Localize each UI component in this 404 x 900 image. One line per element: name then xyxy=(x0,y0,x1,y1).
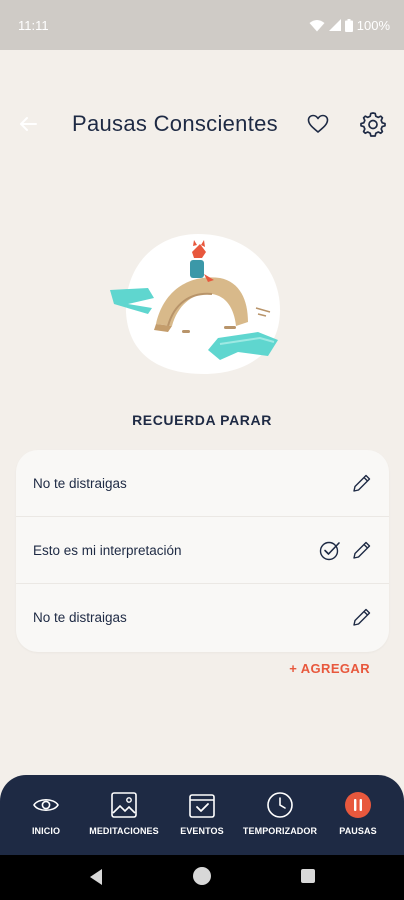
status-icons: 100% xyxy=(309,18,390,33)
calendar-check-icon xyxy=(189,794,215,818)
battery-level: 100% xyxy=(356,17,390,33)
pencil-icon[interactable] xyxy=(351,472,373,494)
list-item[interactable]: Esto es mi interpretación xyxy=(16,517,389,584)
wifi-icon xyxy=(309,19,325,31)
nav-label: EVENTOS xyxy=(180,826,224,836)
reminder-text: Esto es mi interpretación xyxy=(33,543,182,558)
system-recents-button[interactable] xyxy=(301,869,315,883)
system-home-button[interactable] xyxy=(193,867,211,885)
app-header: Pausas Conscientes xyxy=(0,100,404,148)
reminder-text: No te distraigas xyxy=(33,610,127,625)
reminder-text: No te distraigas xyxy=(33,476,127,491)
nav-item-meditaciones[interactable]: MEDITACIONES xyxy=(84,791,164,836)
page-title: Pausas Conscientes xyxy=(72,111,278,136)
system-nav-bar xyxy=(0,855,404,900)
clock-icon xyxy=(267,792,293,818)
fox-bridge-illustration xyxy=(110,234,280,374)
list-item[interactable]: No te distraigas xyxy=(16,584,389,651)
status-bar: 11:11 100% xyxy=(0,0,404,50)
section-title: RECUERDA PARAR xyxy=(132,412,272,428)
eye-icon xyxy=(33,798,59,812)
list-item[interactable]: No te distraigas xyxy=(16,450,389,517)
nav-item-eventos[interactable]: EVENTOS xyxy=(162,791,242,836)
nav-item-pausas[interactable]: PAUSAS xyxy=(318,791,398,836)
status-time: 11:11 xyxy=(18,17,49,33)
gear-icon[interactable] xyxy=(360,111,386,137)
nav-label: INICIO xyxy=(31,826,61,836)
back-arrow-icon[interactable] xyxy=(16,112,40,136)
reminders-list: No te distraigas Esto es mi interpretaci… xyxy=(16,450,389,652)
nav-item-inicio[interactable]: INICIO xyxy=(6,791,86,836)
system-back-icon[interactable] xyxy=(88,868,104,886)
heart-icon[interactable] xyxy=(306,112,330,136)
check-circle-icon[interactable] xyxy=(319,539,341,561)
nav-item-temporizador[interactable]: TEMPORIZADOR xyxy=(240,791,320,836)
nav-label: TEMPORIZADOR xyxy=(242,826,318,836)
pencil-icon[interactable] xyxy=(351,606,373,628)
pause-icon xyxy=(345,792,371,818)
pencil-icon[interactable] xyxy=(351,539,373,561)
nav-label: MEDITACIONES xyxy=(89,826,159,836)
bottom-nav: INICIO MEDITACIONES EVENTOS TEMPORIZADOR… xyxy=(0,775,404,855)
battery-icon xyxy=(344,18,353,32)
add-reminder-button[interactable]: + AGREGAR xyxy=(289,661,370,676)
signal-icon xyxy=(328,19,341,31)
image-icon xyxy=(111,792,137,818)
nav-label: PAUSAS xyxy=(339,826,377,836)
